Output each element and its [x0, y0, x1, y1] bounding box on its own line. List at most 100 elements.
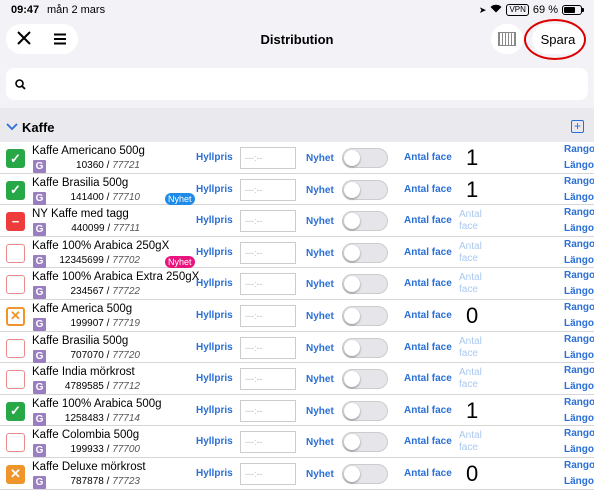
new-toggle[interactable] [342, 242, 388, 263]
facings-placeholder[interactable]: Antal face [459, 367, 489, 391]
status-checkbox[interactable]: ✓ [6, 149, 25, 168]
barcode-icon [498, 32, 516, 46]
product-code: 12345699 [59, 254, 104, 266]
facings-count[interactable]: 1 [466, 145, 478, 171]
chevron-down-icon[interactable] [6, 118, 18, 136]
group-badge: G [33, 349, 46, 363]
table-row[interactable]: Kaffe 100% Arabica Extra 250gX G 234567 … [0, 268, 594, 300]
product-code: 199933 [70, 444, 104, 456]
product-id: 77721 [112, 160, 140, 171]
group-badge: G [33, 286, 46, 300]
location-icon: ➤ [478, 4, 487, 15]
save-button[interactable]: Spara [532, 24, 584, 54]
shelf-price-input[interactable]: ---:-- [240, 273, 296, 296]
new-label: Nyhet [306, 374, 334, 386]
search-input[interactable] [6, 68, 588, 100]
shelf-price-input[interactable]: ---:-- [240, 304, 296, 327]
new-label: Nyhet [306, 279, 334, 291]
length-label: Längo [564, 381, 594, 393]
table-row[interactable]: Kaffe 100% Arabica 250gX G 12345699 / 77… [0, 236, 594, 269]
facings-count[interactable]: 0 [466, 461, 478, 487]
shelf-price-label: Hyllpris [196, 341, 233, 353]
status-checkbox[interactable] [6, 243, 25, 263]
length-label: Längo [564, 254, 594, 266]
status-checkbox[interactable] [6, 338, 25, 358]
new-toggle[interactable] [342, 179, 388, 200]
rank-label: Rango [564, 270, 594, 282]
shelf-price-input[interactable]: ---:-- [240, 368, 296, 391]
new-label: Nyhet [306, 247, 334, 259]
status-checkbox[interactable] [6, 275, 25, 295]
facings-count[interactable]: 1 [466, 398, 478, 424]
shelf-price-label: Hyllpris [196, 467, 233, 479]
product-id: 77720 [112, 349, 140, 361]
table-row[interactable]: ✕ Kaffe Deluxe mörkrost G 787878 / 77723… [0, 457, 594, 490]
new-toggle[interactable] [342, 400, 388, 421]
new-toggle[interactable] [342, 432, 388, 453]
table-row[interactable]: − NY Kaffe med tagg G 440099 / 77711 Hyl… [0, 205, 594, 237]
shelf-price-input[interactable]: ---:-- [240, 147, 296, 169]
facings-placeholder[interactable]: Antal face [459, 241, 489, 265]
rank-label: Rango [564, 238, 594, 250]
table-row[interactable]: ✓ Kaffe 100% Arabica 500g G 1258483 / 77… [0, 394, 594, 427]
rank-label: Rango [564, 175, 594, 187]
shelf-price-input[interactable]: ---:-- [240, 399, 296, 422]
product-id: 77714 [112, 412, 140, 424]
facings-placeholder[interactable]: Antal face [459, 430, 489, 454]
new-toggle[interactable] [342, 211, 388, 232]
product-id: 77723 [112, 475, 140, 487]
new-toggle[interactable] [342, 305, 388, 326]
shelf-price-input[interactable]: ---:-- [240, 241, 296, 264]
facings-placeholder[interactable]: Antal face [459, 336, 489, 360]
shelf-price-input[interactable]: ---:-- [240, 178, 296, 201]
rank-label: Rango [564, 207, 594, 219]
new-toggle[interactable] [342, 463, 388, 484]
status-checkbox[interactable]: ✓ [6, 180, 25, 200]
new-toggle[interactable] [342, 274, 388, 295]
product-name: NY Kaffe med tagg [32, 208, 129, 221]
product-codes: 12345699 / 77702 [59, 254, 140, 266]
status-checkbox[interactable]: ✕ [6, 306, 25, 326]
shelf-price-label: Hyllpris [196, 373, 233, 385]
table-row[interactable]: Kaffe Brasilia 500g G 707070 / 77720 Hyl… [0, 331, 594, 364]
table-row[interactable]: Kaffe Colombia 500g G 199933 / 77700 Hyl… [0, 426, 594, 458]
new-tag: Nyhet [165, 192, 195, 205]
product-codes: 1258483 / 77714 [64, 412, 140, 424]
plus-square-icon[interactable]: + [571, 120, 584, 133]
product-id: 77702 [112, 254, 140, 266]
facings-count[interactable]: 0 [466, 303, 478, 329]
table-row[interactable]: ✕ Kaffe America 500g G 199907 / 77719 Hy… [0, 299, 594, 332]
group-badge: G [33, 191, 46, 205]
facings-count[interactable]: 1 [466, 177, 478, 203]
product-code: 1258483 [64, 412, 104, 424]
new-toggle[interactable] [342, 369, 388, 390]
shelf-price-input[interactable]: ---:-- [240, 210, 296, 233]
facings-label: Antal face [404, 436, 452, 448]
table-row[interactable]: Kaffe India mörkrost G 4789585 / 77712 H… [0, 363, 594, 395]
new-label: Nyhet [306, 437, 334, 449]
facings-placeholder[interactable]: Antal face [459, 209, 489, 233]
status-date: mån 2 mars [47, 4, 106, 16]
status-checkbox[interactable]: ✕ [6, 464, 25, 484]
status-time: 09:47 [11, 4, 40, 16]
new-toggle[interactable] [342, 148, 388, 168]
product-codes: 199933 / 77700 [70, 444, 140, 456]
status-checkbox[interactable] [6, 370, 25, 390]
status-checkbox[interactable]: ✓ [6, 401, 25, 421]
product-codes: 707070 / 77720 [70, 349, 140, 361]
table-row[interactable]: ✓ Kaffe Americano 500g G 10360 / 77721 H… [0, 142, 594, 174]
table-row[interactable]: ✓ Kaffe Brasilia 500g G 141400 / 77710 N… [0, 173, 594, 206]
status-checkbox[interactable]: − [6, 212, 25, 232]
section-header[interactable]: Kaffe + [0, 108, 594, 142]
shelf-price-input[interactable]: ---:-- [240, 431, 296, 454]
barcode-button[interactable] [491, 24, 523, 54]
length-label: Längo [564, 286, 594, 298]
rank-label: Rango [564, 144, 594, 155]
shelf-price-label: Hyllpris [196, 246, 233, 258]
status-checkbox[interactable] [6, 433, 25, 453]
facings-placeholder[interactable]: Antal face [459, 272, 489, 296]
shelf-price-input[interactable]: ---:-- [240, 336, 296, 359]
product-name: Kaffe America 500g [32, 302, 133, 315]
shelf-price-input[interactable]: ---:-- [240, 462, 296, 485]
new-toggle[interactable] [342, 337, 388, 358]
